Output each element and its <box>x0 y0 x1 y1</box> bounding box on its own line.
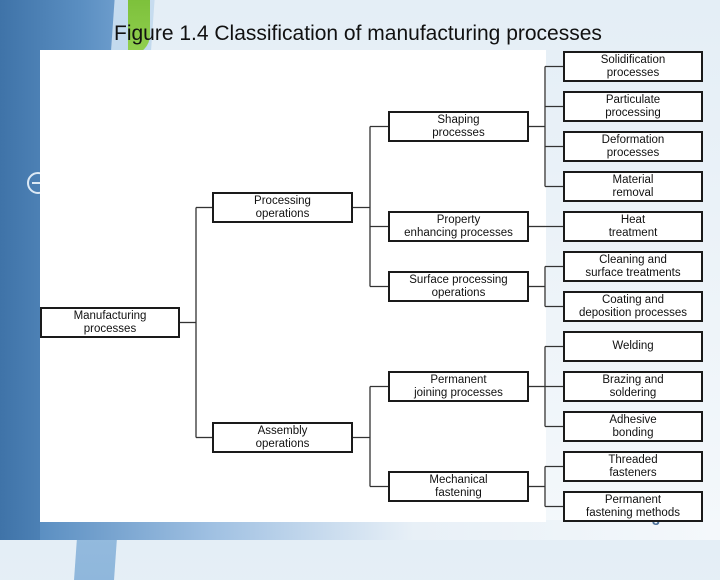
node-mechanical: Mechanical fastening <box>388 471 529 502</box>
node-cleaning: Cleaning and surface treatments <box>563 251 703 282</box>
node-coating: Coating and deposition processes <box>563 291 703 322</box>
node-processing: Processing operations <box>212 192 353 223</box>
node-adhesive: Adhesive bonding <box>563 411 703 442</box>
node-threaded: Threaded fasteners <box>563 451 703 482</box>
node-heat-treatment: Heat treatment <box>563 211 703 242</box>
node-property: Property enhancing processes <box>388 211 529 242</box>
node-shaping: Shaping processes <box>388 111 529 142</box>
node-surface: Surface processing operations <box>388 271 529 302</box>
node-brazing: Brazing and soldering <box>563 371 703 402</box>
node-assembly: Assembly operations <box>212 422 353 453</box>
node-particulate: Particulate processing <box>563 91 703 122</box>
node-deformation: Deformation processes <box>563 131 703 162</box>
node-permanent-fastening: Permanent fastening methods <box>563 491 703 522</box>
node-permanent-joining: Permanent joining processes <box>388 371 529 402</box>
node-solidification: Solidification processes <box>563 51 703 82</box>
node-material-removal: Material removal <box>563 171 703 202</box>
node-welding: Welding <box>563 331 703 362</box>
node-manufacturing: Manufacturing processes <box>40 307 180 338</box>
